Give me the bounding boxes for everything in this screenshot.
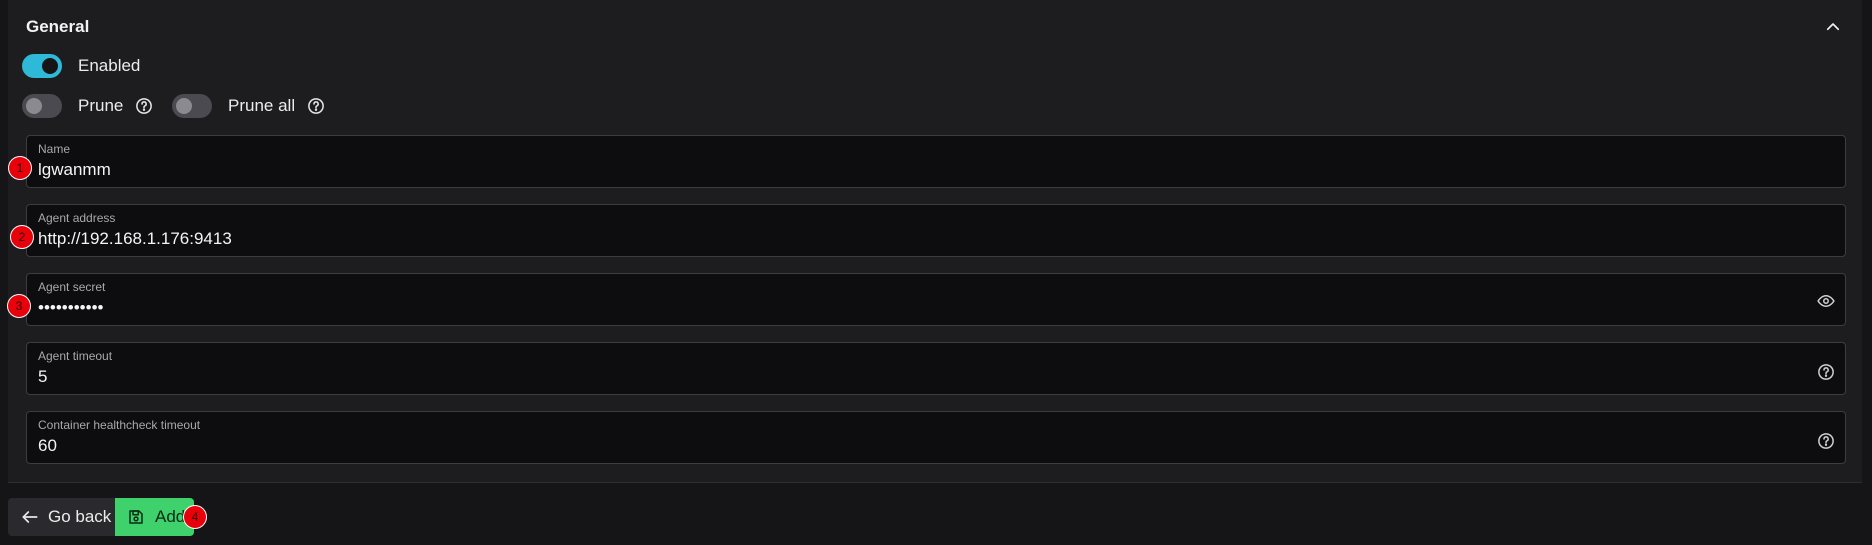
- enabled-toggle-row: Enabled: [22, 54, 140, 78]
- agent-secret-label: Agent secret: [38, 280, 106, 294]
- switch-knob: [26, 98, 42, 114]
- prune-label: Prune: [78, 96, 124, 115]
- help-circle-icon[interactable]: [135, 97, 153, 115]
- switch-knob: [42, 58, 58, 74]
- section-title: General: [26, 17, 90, 36]
- agent-secret-field[interactable]: Agent secret •••••••••••: [26, 273, 1846, 326]
- prune-all-switch[interactable]: [172, 94, 212, 118]
- go-back-button[interactable]: Go back: [8, 498, 116, 536]
- container-healthcheck-timeout-input[interactable]: [38, 436, 1778, 456]
- container-healthcheck-timeout-field[interactable]: Container healthcheck timeout: [26, 411, 1846, 464]
- name-field[interactable]: Name: [26, 135, 1846, 188]
- agent-address-field[interactable]: Agent address: [26, 204, 1846, 257]
- agent-timeout-input[interactable]: [38, 367, 1778, 387]
- save-icon: [129, 510, 143, 524]
- add-button[interactable]: Add: [115, 498, 194, 536]
- annotation-badge: 4: [184, 506, 206, 528]
- go-back-label: Go back: [48, 507, 112, 526]
- annotation-badge: 3: [8, 295, 30, 317]
- name-field-label: Name: [38, 142, 71, 156]
- eye-icon[interactable]: [1817, 292, 1835, 310]
- agent-timeout-field[interactable]: Agent timeout: [26, 342, 1846, 395]
- switch-knob: [176, 98, 192, 114]
- add-label: Add: [155, 507, 186, 526]
- arrow-left-icon: [22, 511, 38, 523]
- help-circle-icon[interactable]: [1817, 432, 1835, 450]
- enabled-switch[interactable]: [22, 54, 62, 78]
- agent-address-input[interactable]: [38, 229, 1778, 249]
- collapse-button[interactable]: [1822, 16, 1844, 38]
- name-input[interactable]: [38, 160, 1778, 180]
- agent-address-label: Agent address: [38, 211, 116, 225]
- prune-switch[interactable]: [22, 94, 62, 118]
- enabled-label: Enabled: [78, 56, 141, 75]
- agent-secret-input[interactable]: •••••••••••: [38, 298, 1778, 318]
- chevron-up-icon: [1826, 23, 1840, 31]
- general-section: General Enabled Prune Prune all Name Age…: [8, 0, 1862, 483]
- container-healthcheck-timeout-label: Container healthcheck timeout: [38, 418, 201, 432]
- help-circle-icon[interactable]: [1817, 363, 1835, 381]
- annotation-badge: 2: [11, 226, 33, 248]
- agent-timeout-label: Agent timeout: [38, 349, 113, 363]
- prune-all-label: Prune all: [228, 96, 296, 115]
- prune-all-toggle-row: Prune all: [172, 94, 325, 118]
- help-circle-icon[interactable]: [307, 97, 325, 115]
- prune-toggle-row: Prune: [22, 94, 153, 118]
- annotation-badge: 1: [9, 157, 31, 179]
